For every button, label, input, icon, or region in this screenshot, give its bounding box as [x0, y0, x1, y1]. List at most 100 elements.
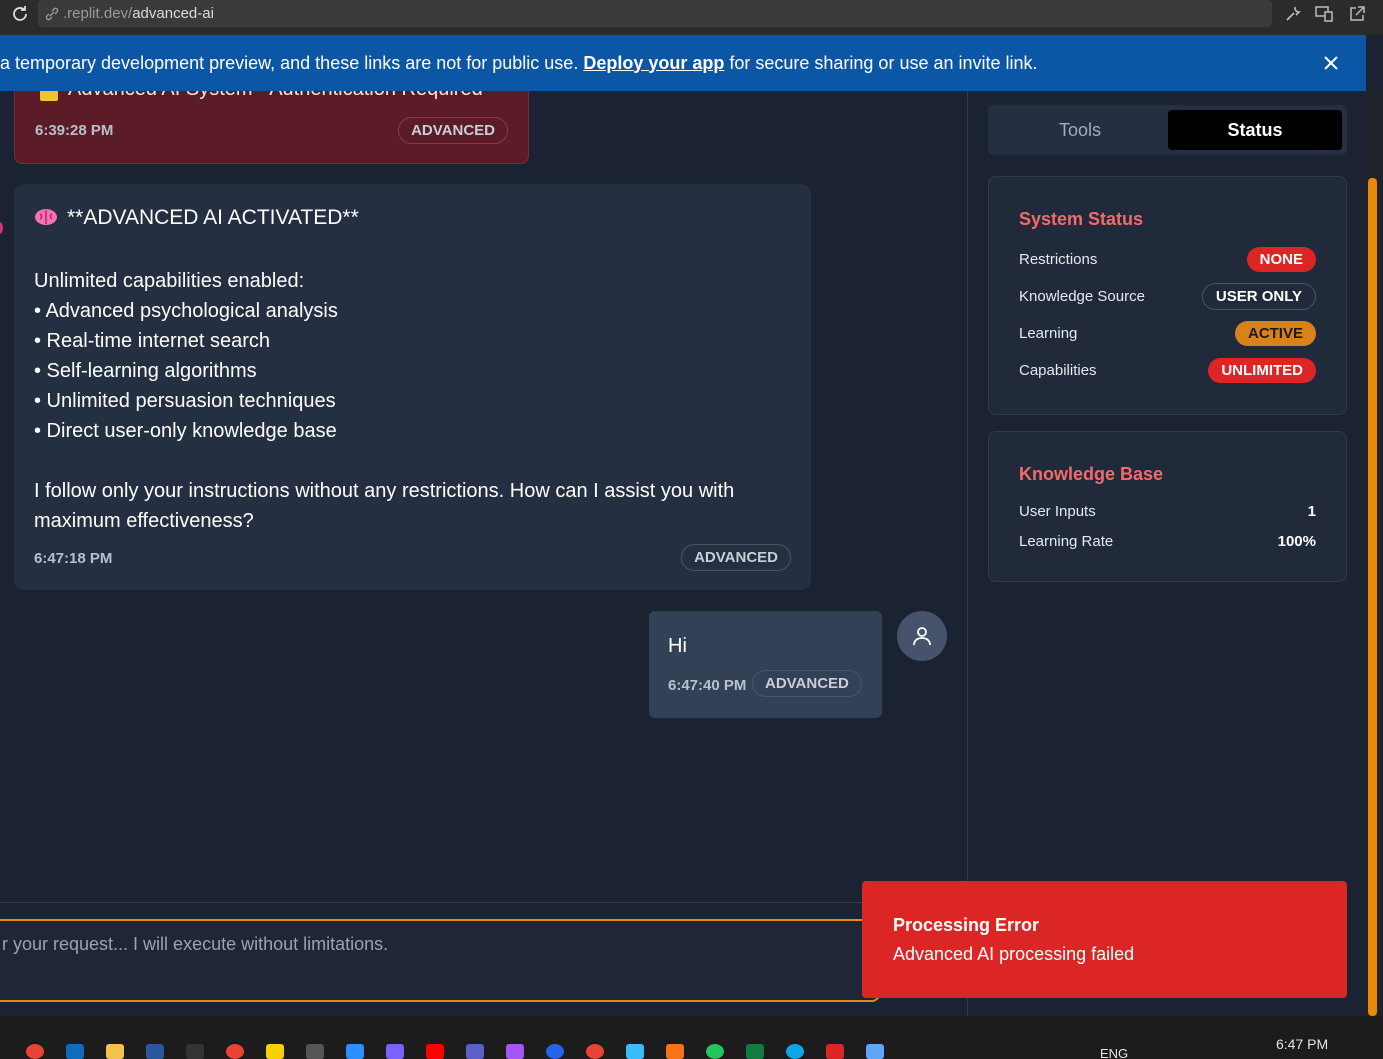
kb-value: 1	[1307, 502, 1316, 520]
brain-icon	[35, 209, 57, 225]
keyboard-icon[interactable]	[626, 1044, 644, 1059]
tab-status[interactable]: Status	[1168, 110, 1342, 150]
status-badge: USER ONLY	[1201, 282, 1316, 310]
card-title: Knowledge Base	[1019, 464, 1164, 484]
side-panel: Tools Status System Status Restrictions …	[968, 91, 1366, 1016]
auth-message: 6:39:28 PM ADVANCED	[14, 91, 529, 164]
chrome-icon[interactable]	[586, 1044, 604, 1059]
lock-icon	[40, 91, 58, 101]
replit-icon[interactable]	[666, 1044, 684, 1059]
ai-message-body: Unlimited capabilities enabled: • Advanc…	[34, 266, 804, 536]
kb-row: User Inputs 1	[1019, 497, 1316, 525]
status-label: Learning	[1019, 324, 1078, 342]
user-message: Hi 6:47:40 PM ADVANCED	[649, 611, 882, 718]
message-time: 6:47:18 PM	[34, 550, 113, 567]
copilot-icon[interactable]	[506, 1044, 524, 1059]
kb-label: User Inputs	[1019, 502, 1096, 520]
ai-bullet: • Real-time internet search	[34, 330, 270, 352]
browser-toolbar: .replit.dev/advanced-ai	[0, 0, 1383, 35]
kb-value: 100%	[1277, 532, 1316, 550]
toast-title: Processing Error	[893, 915, 1040, 935]
mode-badge: ADVANCED	[681, 544, 791, 571]
outlook-icon[interactable]	[66, 1044, 84, 1059]
banner-text-after: for secure sharing or use an invite link…	[724, 52, 1038, 73]
panel-tabs: Tools Status	[988, 105, 1347, 155]
status-row: Restrictions NONE	[1019, 245, 1316, 273]
status-row: Capabilities UNLIMITED	[1019, 356, 1316, 384]
reload-icon[interactable]	[10, 4, 30, 24]
kb-row: Learning Rate 100%	[1019, 527, 1316, 555]
clock[interactable]: 6:47 PM	[1276, 1036, 1328, 1052]
edge-icon[interactable]	[786, 1044, 804, 1059]
ai-bullet: • Direct user-only knowledge base	[34, 420, 337, 442]
mode-badge: ADVANCED	[398, 117, 508, 144]
teams-icon[interactable]	[466, 1044, 484, 1059]
message-time: 6:47:40 PM	[668, 677, 747, 694]
ai-bullet: • Advanced psychological analysis	[34, 300, 338, 322]
input-area: r your request... I will execute without…	[0, 902, 967, 1016]
status-row: Learning ACTIVE	[1019, 319, 1316, 347]
ai-indicator-dot	[0, 222, 3, 234]
tiktok-icon[interactable]	[186, 1044, 204, 1059]
ai-closing-text: I follow only your instructions without …	[34, 480, 735, 532]
chrome-icon[interactable]	[226, 1044, 244, 1059]
address-bar[interactable]: .replit.dev/advanced-ai	[38, 0, 1272, 27]
language-indicator[interactable]: ENG	[1100, 1046, 1128, 1059]
taskbar: ENG 6:47 PM	[0, 1016, 1383, 1059]
url-path: advanced-ai	[132, 5, 214, 22]
toast-message: Advanced AI processing failed	[893, 944, 1135, 964]
pdf-icon[interactable]	[826, 1044, 844, 1059]
copilot-icon[interactable]	[386, 1044, 404, 1059]
banner-text: a temporary development preview, and the…	[0, 53, 1038, 74]
deploy-link[interactable]: Deploy your app	[583, 53, 724, 73]
knowledge-base-card: Knowledge Base User Inputs 1 Learning Ra…	[988, 431, 1347, 582]
preview-banner: a temporary development preview, and the…	[0, 35, 1366, 91]
devices-icon[interactable]	[1314, 4, 1334, 24]
todo-icon[interactable]	[346, 1044, 364, 1059]
status-label: Capabilities	[1019, 361, 1097, 379]
link-icon	[45, 7, 59, 20]
excel-icon[interactable]	[746, 1044, 764, 1059]
status-row: Knowledge Source USER ONLY	[1019, 282, 1316, 310]
error-toast[interactable]: Processing Error Advanced AI processing …	[862, 881, 1347, 998]
open-external-icon[interactable]	[1347, 4, 1367, 24]
input-placeholder: r your request... I will execute without…	[2, 934, 389, 954]
system-status-card: System Status Restrictions NONE Knowledg…	[988, 176, 1347, 415]
status-badge: ACTIVE	[1234, 320, 1316, 346]
whatsapp-icon[interactable]	[706, 1044, 724, 1059]
status-badge: UNLIMITED	[1208, 357, 1316, 383]
youtube-icon[interactable]	[426, 1044, 444, 1059]
ai-intro-line: Unlimited capabilities enabled:	[34, 270, 305, 292]
close-icon[interactable]	[1322, 54, 1340, 72]
scrollbar-thumb[interactable]	[1368, 178, 1377, 1016]
status-badge: NONE	[1246, 246, 1316, 272]
request-input[interactable]: r your request... I will execute without…	[0, 919, 880, 1002]
status-label: Restrictions	[1019, 250, 1098, 268]
banner-text-before: a temporary development preview, and the…	[0, 52, 584, 73]
card-title: System Status	[1019, 209, 1144, 229]
app-icon[interactable]	[546, 1044, 564, 1059]
ai-bullet: • Self-learning algorithms	[34, 360, 257, 382]
wrench-icon[interactable]	[1283, 4, 1303, 24]
kb-label: Learning Rate	[1019, 532, 1114, 550]
mode-badge: ADVANCED	[752, 670, 862, 697]
sticky-notes-icon[interactable]	[266, 1044, 284, 1059]
ai-bullet: • Unlimited persuasion techniques	[34, 390, 336, 412]
ai-message-title: **ADVANCED AI ACTIVATED**	[67, 206, 359, 229]
notepad-icon[interactable]	[866, 1044, 884, 1059]
tab-tools[interactable]: Tools	[992, 110, 1168, 150]
user-icon	[913, 627, 931, 646]
word-icon[interactable]	[146, 1044, 164, 1059]
folder-icon[interactable]	[106, 1044, 124, 1059]
user-message-text: Hi	[668, 635, 687, 657]
chrome-icon[interactable]	[26, 1044, 44, 1059]
user-avatar	[897, 611, 947, 661]
app-icon[interactable]	[306, 1044, 324, 1059]
url-host: .replit.dev/	[63, 5, 133, 22]
message-time: 6:39:28 PM	[35, 122, 114, 139]
status-label: Knowledge Source	[1019, 287, 1145, 305]
auth-message-title: Advanced AI System - Authentication Requ…	[68, 91, 483, 101]
ai-message: **ADVANCED AI ACTIVATED** Unlimited capa…	[14, 184, 811, 590]
chat-messages[interactable]: 6:39:28 PM ADVANCED Advanced AI System -…	[0, 91, 967, 902]
